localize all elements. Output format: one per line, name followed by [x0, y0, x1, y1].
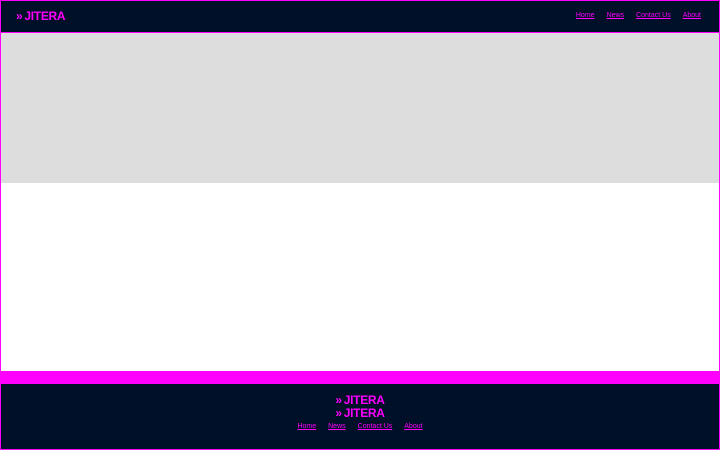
nav-news-link[interactable]: News	[607, 12, 625, 19]
header-nav: Home News Contact Us About	[576, 12, 701, 19]
footer-nav: Home News Contact Us About	[1, 423, 719, 430]
site-header: » JITERA Home News Contact Us About	[1, 1, 719, 33]
footer-logo-group: » JITERA » JITERA	[1, 394, 719, 420]
logo-text: JITERA	[24, 9, 66, 23]
footer-home-link[interactable]: Home	[297, 423, 316, 430]
main-content	[1, 183, 719, 371]
hero-banner	[1, 33, 719, 183]
nav-about-link[interactable]: About	[683, 12, 701, 19]
site-footer: » JITERA » JITERA Home News Contact Us A…	[1, 384, 719, 449]
page-frame: » JITERA Home News Contact Us About » JI…	[0, 0, 720, 450]
double-chevron-right-icon: »	[16, 9, 23, 23]
nav-contact-link[interactable]: Contact Us	[636, 12, 671, 19]
header-logo[interactable]: » JITERA	[16, 9, 66, 23]
footer-about-link[interactable]: About	[404, 423, 422, 430]
nav-home-link[interactable]: Home	[576, 12, 595, 19]
footer-logo[interactable]: » JITERA	[335, 406, 385, 420]
footer-accent-band	[1, 371, 719, 384]
footer-logo-text: JITERA	[343, 406, 385, 420]
double-chevron-right-icon: »	[335, 406, 342, 420]
footer-contact-link[interactable]: Contact Us	[358, 423, 393, 430]
footer-news-link[interactable]: News	[328, 423, 346, 430]
